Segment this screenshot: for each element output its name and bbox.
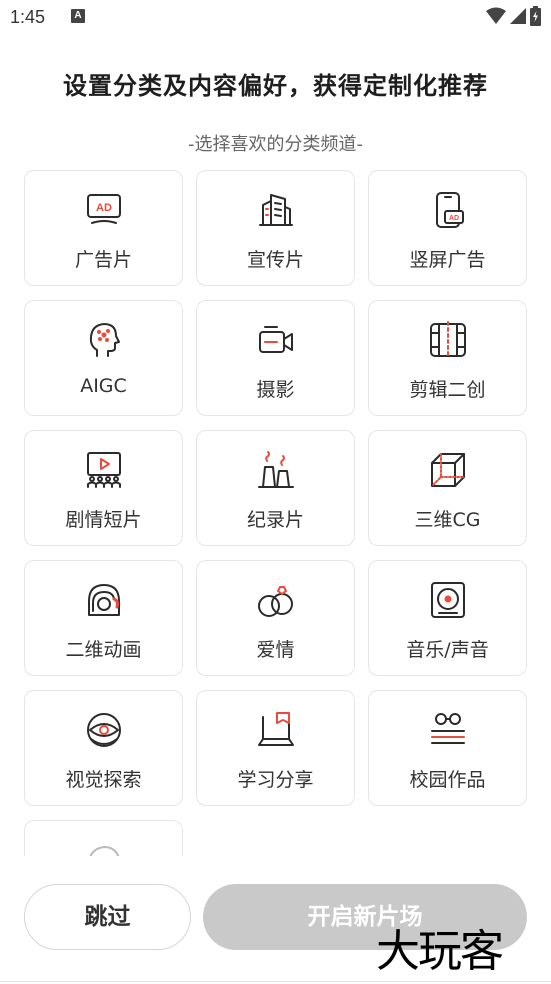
category-card-2d-animation[interactable]: 二维动画 [24, 560, 183, 676]
category-label: 三维CG [414, 509, 481, 531]
category-label: 二维动画 [65, 639, 142, 661]
category-card-editing[interactable]: 剪辑二创 [368, 300, 527, 416]
category-card-vertical-ad[interactable]: AD 竖屏广告 [368, 170, 527, 286]
cube-icon [427, 449, 469, 491]
svg-text:AD: AD [96, 202, 112, 214]
category-grid: AD 广告片 宣传片 AD 竖屏广告 AIGC 摄影 剪辑二创 剧情短片 纪录片… [24, 170, 528, 856]
ai-head-icon [83, 319, 125, 361]
category-label: 摄影 [256, 379, 295, 401]
glasses-books-icon [427, 709, 469, 751]
category-label: 学习分享 [237, 769, 314, 791]
factory-icon [255, 449, 297, 491]
category-card-campus[interactable]: 校园作品 [368, 690, 527, 806]
signal-icon [510, 8, 526, 24]
status-icons [486, 6, 541, 26]
category-label: 剧情短片 [65, 509, 142, 531]
status-bar: 1:45 A [0, 0, 551, 36]
category-label: 视觉探索 [65, 769, 142, 791]
category-card-photography[interactable]: 摄影 [196, 300, 355, 416]
category-card-visual[interactable]: 视觉探索 [24, 690, 183, 806]
camera-icon [255, 319, 297, 361]
category-card-promo[interactable]: 宣传片 [196, 170, 355, 286]
category-label: 音乐/声音 [406, 639, 489, 661]
category-card-romance[interactable]: 爱情 [196, 560, 355, 676]
category-card-aigc[interactable]: AIGC [24, 300, 183, 416]
category-label: 竖屏广告 [409, 249, 486, 271]
skip-button[interactable]: 跳过 [24, 884, 191, 950]
category-card-ad[interactable]: AD 广告片 [24, 170, 183, 286]
page-title: 设置分类及内容偏好，获得定制化推荐 [63, 72, 488, 100]
watermark: 大玩客 [376, 926, 504, 977]
astronaut-helmet-icon [83, 579, 125, 621]
theater-icon [83, 449, 125, 491]
partial-hidden-icon [83, 839, 125, 856]
notification-icon: A [71, 9, 85, 23]
rings-icon [255, 579, 297, 621]
category-card-3d-cg[interactable]: 三维CG [368, 430, 527, 546]
category-label: 纪录片 [246, 509, 304, 531]
film-cut-icon [427, 319, 469, 361]
bottom-divider [0, 981, 551, 982]
category-card-drama[interactable]: 剧情短片 [24, 430, 183, 546]
category-label: 剪辑二创 [409, 379, 486, 401]
buildings-icon [255, 189, 297, 231]
wifi-icon [486, 7, 506, 24]
eye-icon [83, 709, 125, 751]
category-card-music[interactable]: 音乐/声音 [368, 560, 527, 676]
category-label: 宣传片 [246, 249, 304, 271]
battery-charging-icon [530, 6, 541, 26]
category-label: 爱情 [256, 639, 295, 661]
category-card-documentary[interactable]: 纪录片 [196, 430, 355, 546]
svg-text:AD: AD [448, 215, 458, 222]
status-time: 1:45 [10, 7, 46, 27]
category-label: 校园作品 [409, 769, 486, 791]
category-card-learning[interactable]: 学习分享 [196, 690, 355, 806]
category-label: AIGC [80, 375, 127, 397]
music-player-icon [427, 579, 469, 621]
ad-screen-icon: AD [83, 189, 125, 231]
laptop-book-icon [255, 709, 297, 751]
category-card-partial[interactable] [24, 820, 183, 856]
category-label: 广告片 [74, 249, 132, 271]
phone-ad-icon: AD [427, 189, 469, 231]
page-subtitle: -选择喜欢的分类频道- [188, 134, 363, 155]
